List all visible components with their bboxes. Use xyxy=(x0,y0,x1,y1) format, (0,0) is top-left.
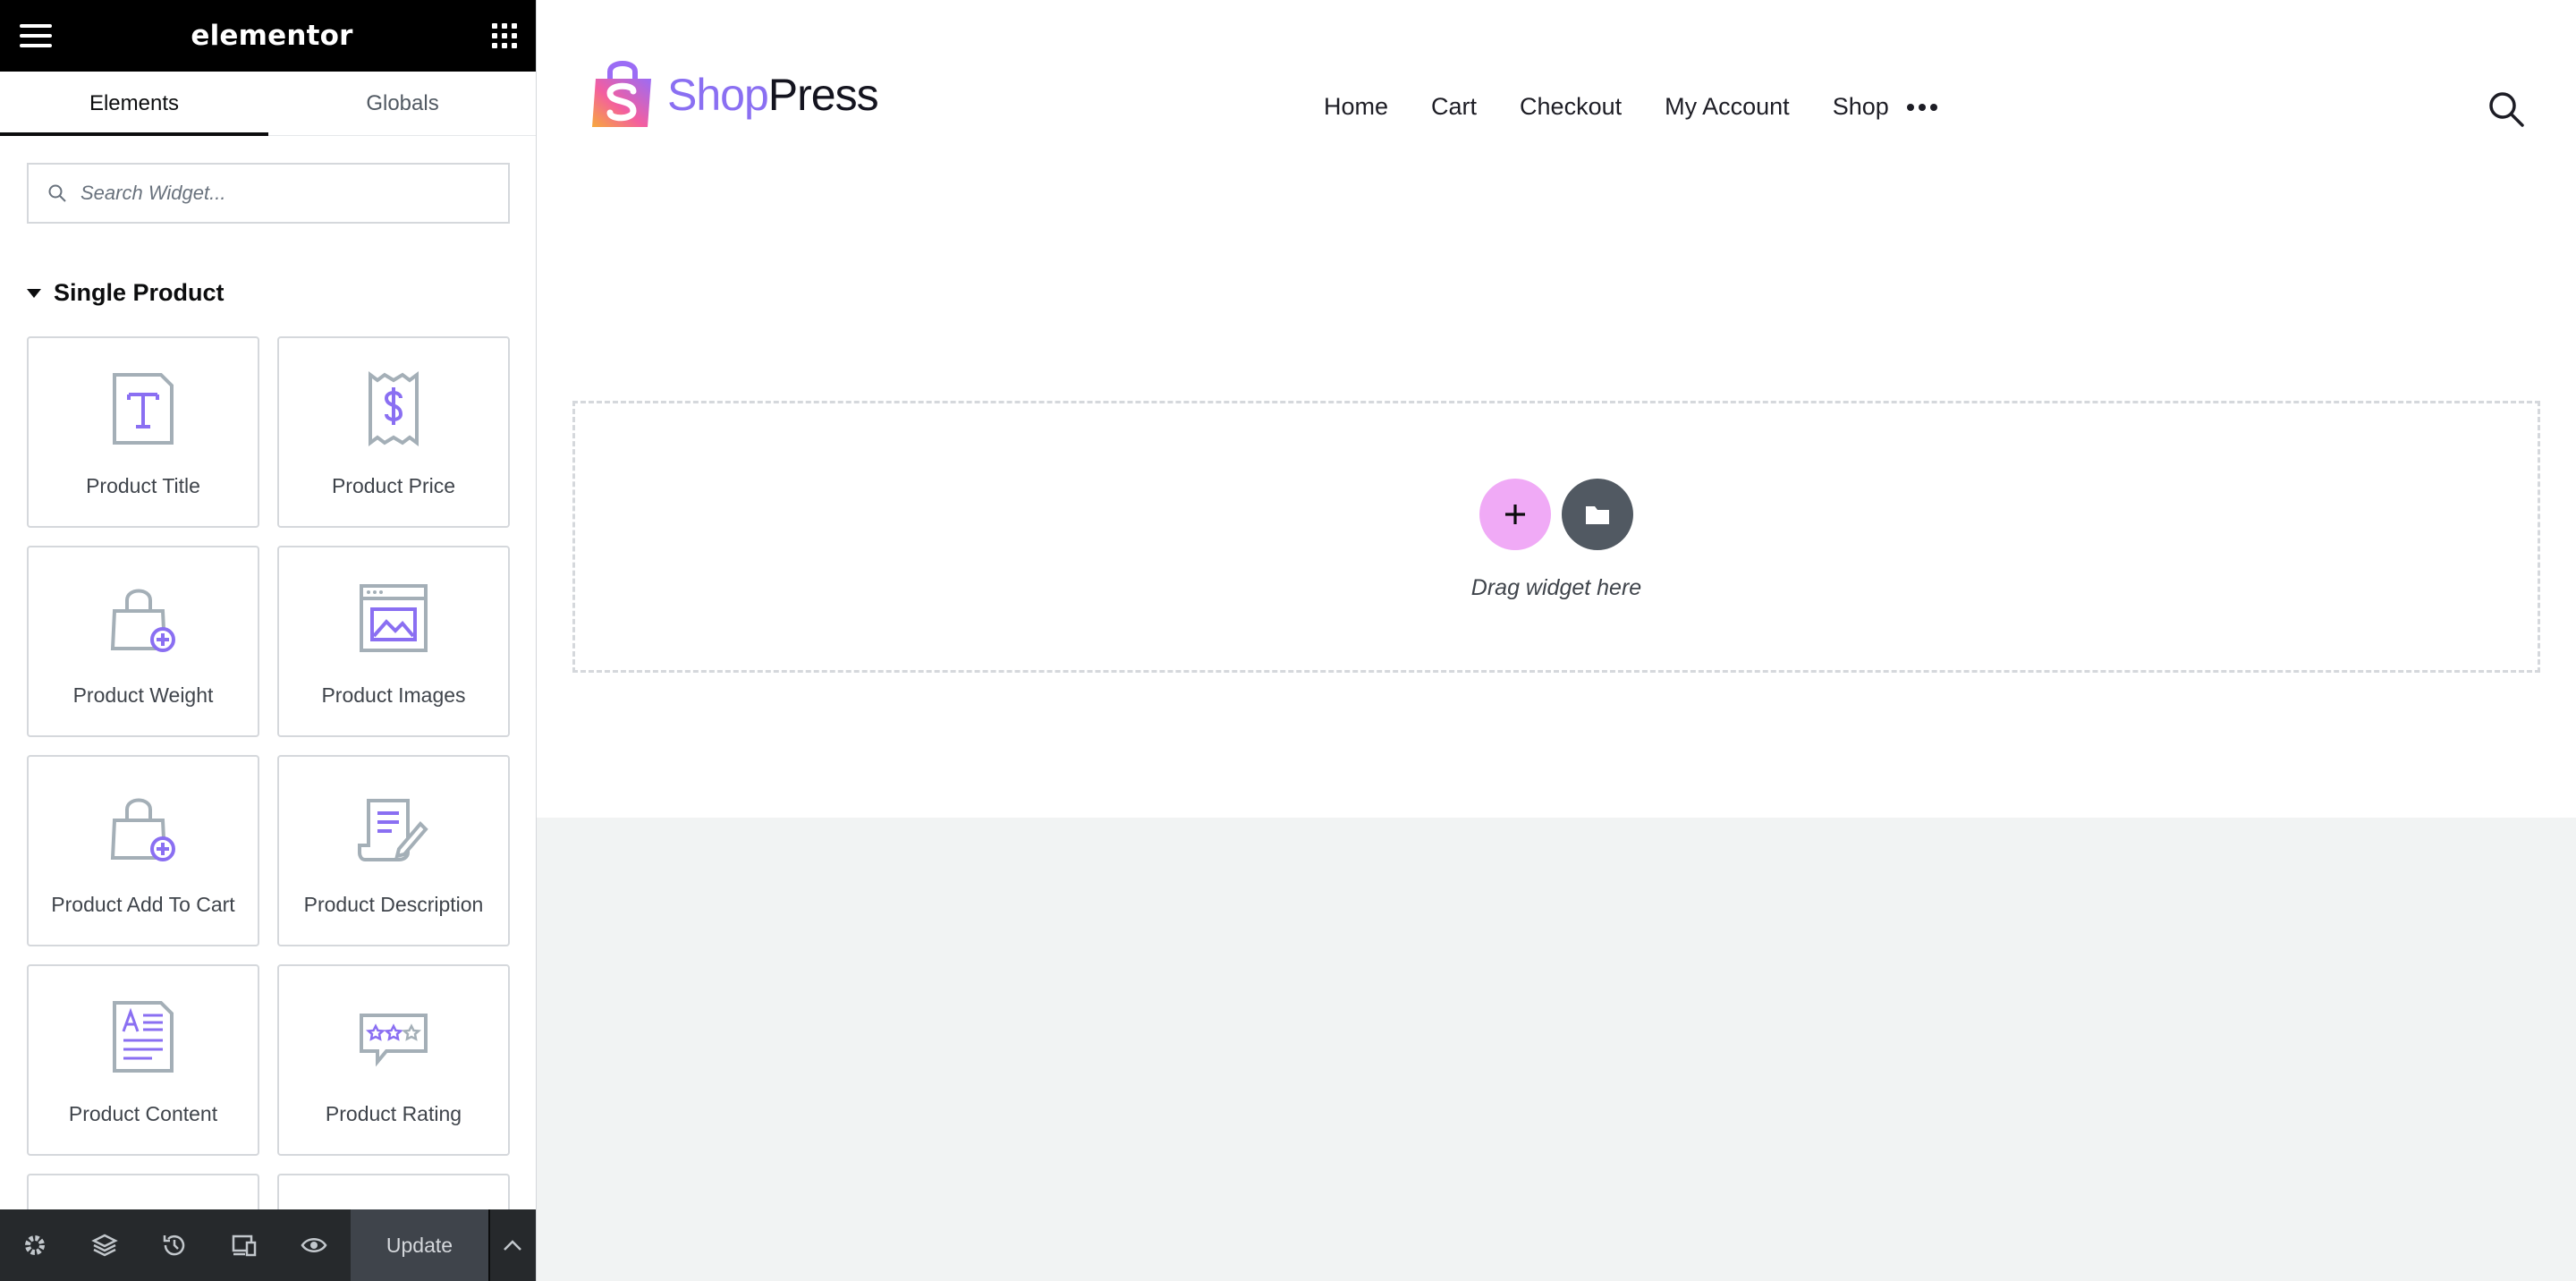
widget-label: Product Price xyxy=(331,474,456,497)
receipt-dollar-icon xyxy=(356,369,431,449)
rating-stars-icon xyxy=(356,997,431,1077)
preview-eye-icon[interactable] xyxy=(279,1209,349,1281)
add-section-button[interactable] xyxy=(1479,479,1551,550)
logo-text-shop: Shop xyxy=(667,70,769,120)
widget-product-rating[interactable]: Product Rating xyxy=(277,964,510,1156)
widget-search xyxy=(27,163,510,224)
widget-product-description[interactable]: Product Description xyxy=(277,755,510,946)
add-template-button[interactable] xyxy=(1562,479,1633,550)
image-window-icon xyxy=(356,578,431,658)
panel-footer: Update xyxy=(0,1209,536,1281)
bag-plus-icon xyxy=(106,578,181,658)
category-label: Single Product xyxy=(54,279,225,306)
preview-canvas: ShopPress Home Cart Checkout My Account … xyxy=(537,0,2576,818)
elementor-logo: elementor xyxy=(191,20,353,52)
widget-label: Product Rating xyxy=(325,1102,462,1125)
responsive-icon[interactable] xyxy=(209,1209,279,1281)
widget-label: Product Add To Cart xyxy=(51,893,235,916)
search-icon xyxy=(48,184,66,202)
site-navigation: Home Cart Checkout My Account Shop xyxy=(1324,93,1937,121)
widget-product-content[interactable]: Product Content xyxy=(27,964,259,1156)
more-horizontal-icon[interactable] xyxy=(1906,103,1937,111)
tab-globals[interactable]: Globals xyxy=(268,72,536,135)
empty-section-dropzone[interactable]: Drag widget here xyxy=(572,401,2540,673)
shoppress-logo[interactable]: ShopPress xyxy=(590,59,879,131)
widget-product-add-to-cart[interactable]: Product Add To Cart xyxy=(27,755,259,946)
tab-elements[interactable]: Elements xyxy=(0,72,268,136)
panel-tabs: Elements Globals xyxy=(0,72,536,136)
folder-icon xyxy=(1586,506,1609,524)
nav-home[interactable]: Home xyxy=(1324,93,1388,121)
dropzone-hint: Drag widget here xyxy=(1470,575,1642,600)
nav-checkout[interactable]: Checkout xyxy=(1520,93,1622,121)
nav-my-account[interactable]: My Account xyxy=(1665,93,1790,121)
widget-label: Product Images xyxy=(321,683,466,707)
widget-product-weight[interactable]: Product Weight xyxy=(27,546,259,737)
search-widget-input[interactable] xyxy=(80,182,492,205)
header-search-icon[interactable] xyxy=(2487,89,2526,129)
widget-label: Product Title xyxy=(86,474,200,497)
document-pen-icon xyxy=(356,787,431,868)
nav-shop[interactable]: Shop xyxy=(1833,93,1889,121)
widget-product-images[interactable]: Product Images xyxy=(277,546,510,737)
bag-plus-icon xyxy=(106,787,181,868)
text-t-icon xyxy=(106,369,181,449)
widget-product-title[interactable]: Product Title xyxy=(27,336,259,528)
logo-text-press: Press xyxy=(767,70,879,120)
widget-grid: Product Title Product Price Product Weig… xyxy=(27,336,510,1227)
elementor-panel: elementor Elements Globals Single Produc… xyxy=(0,0,537,1281)
chevron-up-icon[interactable] xyxy=(488,1209,535,1281)
nav-cart[interactable]: Cart xyxy=(1431,93,1477,121)
caret-down-icon xyxy=(27,288,41,298)
widgets-grid-icon[interactable] xyxy=(492,23,517,48)
history-icon[interactable] xyxy=(140,1209,209,1281)
document-text-icon xyxy=(106,997,181,1077)
menu-hamburger-icon[interactable] xyxy=(20,24,52,47)
category-single-product[interactable]: Single Product xyxy=(27,279,225,307)
widget-label: Product Content xyxy=(68,1102,218,1125)
shopping-bag-logo-icon xyxy=(592,61,651,127)
plus-icon xyxy=(1505,505,1525,524)
widget-label: Product Description xyxy=(303,893,484,916)
layers-icon[interactable] xyxy=(70,1209,140,1281)
widget-label: Product Weight xyxy=(72,683,214,707)
update-button[interactable]: Update xyxy=(351,1209,488,1281)
panel-header: elementor xyxy=(0,0,536,72)
settings-icon[interactable] xyxy=(0,1209,70,1281)
widget-product-price[interactable]: Product Price xyxy=(277,336,510,528)
